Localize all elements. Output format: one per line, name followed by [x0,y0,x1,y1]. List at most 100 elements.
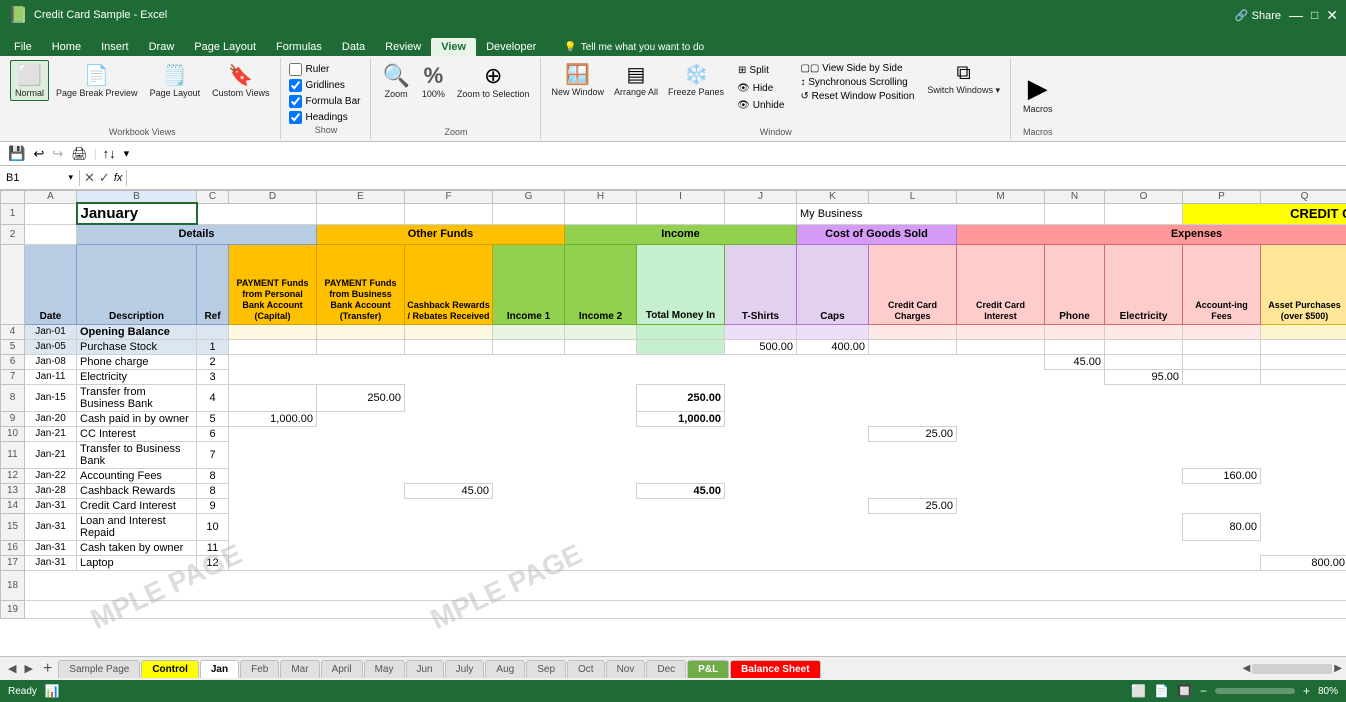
tab-developer[interactable]: Developer [476,38,546,56]
tab-formulas[interactable]: Formulas [266,38,332,56]
zoom-out-button[interactable]: − [1200,684,1207,698]
cell-i4[interactable] [637,324,725,339]
page-layout-button[interactable]: 🗒️ Page Layout [145,60,206,101]
sheet-tab-april[interactable]: April [321,660,363,678]
hscroll-left[interactable]: ◀ [1243,663,1251,674]
normal-view-button[interactable]: ⬜ Normal [10,60,49,101]
sort-ascending-button[interactable]: ↑↓ [101,144,118,163]
sheet-tab-oct[interactable]: Oct [567,660,605,678]
cell-n1[interactable] [1045,203,1105,224]
sheet-tab-sample-page[interactable]: Sample Page [58,660,140,678]
cell-i13[interactable]: 45.00 [637,483,725,498]
sheet-tab-dec[interactable]: Dec [646,660,686,678]
zoom-button[interactable]: 🔍 Zoom [377,60,414,102]
unhide-button[interactable]: 👁 Unhide [734,98,787,113]
hscroll-right[interactable]: ▶ [1334,663,1342,674]
cell-m4[interactable] [957,324,1045,339]
formula-bar-checkbox[interactable] [289,95,302,108]
sheet-tab-jun[interactable]: Jun [406,660,444,678]
cell-n5[interactable] [1045,339,1105,354]
col-I[interactable]: I [637,191,725,204]
cell-b10[interactable]: CC Interest [77,426,197,441]
hscroll-track[interactable] [1252,664,1332,674]
cell-h1[interactable] [565,203,637,224]
cell-h4[interactable] [565,324,637,339]
layout-preview-icon[interactable]: 🔲 [1177,684,1192,698]
cell-a15[interactable]: Jan-31 [25,513,77,540]
cell-d9[interactable]: 1,000.00 [229,411,317,426]
tab-data[interactable]: Data [332,38,375,56]
sheet-tab-balance-sheet[interactable]: Balance Sheet [730,660,820,678]
freeze-panes-button[interactable]: ❄️ Freeze Panes [664,60,728,99]
col-A[interactable]: A [25,191,77,204]
cell-r17[interactable]: 800.00 [1261,555,1346,570]
col-H[interactable]: H [565,191,637,204]
cell-c14[interactable]: 9 [197,498,229,513]
cell-n4[interactable] [1045,324,1105,339]
cell-a9[interactable]: Jan-20 [25,411,77,426]
cell-i5[interactable] [637,339,725,354]
split-button[interactable]: ⊞ Split [734,62,787,79]
cell-b8[interactable]: Transfer from Business Bank [77,384,197,411]
cell-k4[interactable] [797,324,869,339]
cell-reference-box[interactable]: B1 ▾ [0,170,80,186]
tab-home[interactable]: Home [42,38,91,56]
redo-button[interactable]: ↪ [50,144,65,164]
cell-e5[interactable] [317,339,405,354]
tab-scroll-left[interactable]: ◀ [4,661,20,676]
cell-d8[interactable] [229,384,317,411]
cell-e8[interactable]: 250.00 [317,384,405,411]
page-break-button[interactable]: 📄 Page Break Preview [51,60,143,101]
cell-j4[interactable] [725,324,797,339]
cell-b11[interactable]: Transfer to Business Bank [77,441,197,468]
cell-a7[interactable]: Jan-11 [25,369,77,384]
cell-g1[interactable] [493,203,565,224]
cell-b6[interactable]: Phone charge [77,354,197,369]
cell-a10[interactable]: Jan-21 [25,426,77,441]
share-button[interactable]: 🔗 Share [1235,9,1281,22]
cell-c1[interactable] [197,203,317,224]
cell-ref-dropdown[interactable]: ▾ [68,172,73,183]
ruler-check[interactable]: Ruler [289,63,360,76]
cell-j5[interactable]: 500.00 [725,339,797,354]
cell-q4[interactable] [1261,324,1346,339]
cell-f5[interactable] [405,339,493,354]
cell-c9[interactable]: 5 [197,411,229,426]
undo-button[interactable]: ↩ [31,144,46,164]
cell-b7[interactable]: Electricity [77,369,197,384]
sheet-tab-nov[interactable]: Nov [606,660,646,678]
col-G[interactable]: G [493,191,565,204]
horizontal-scroll-area[interactable]: ◀ ▶ [1243,663,1342,674]
col-Q[interactable]: Q [1261,191,1346,204]
cell-c5[interactable]: 1 [197,339,229,354]
cell-q6[interactable] [1261,354,1346,369]
cell-c13[interactable]: 8 [197,483,229,498]
sheet-tab-sep[interactable]: Sep [526,660,566,678]
print-preview-button[interactable]: 🖨 [69,144,90,164]
cell-b5[interactable]: Purchase Stock [77,339,197,354]
tab-review[interactable]: Review [375,38,431,56]
cell-o1[interactable] [1105,203,1183,224]
cell-c4[interactable] [197,324,229,339]
sheet-tab-mar[interactable]: Mar [280,660,319,678]
col-C[interactable]: C [197,191,229,204]
cell-m5[interactable] [957,339,1045,354]
sheet-tab-feb[interactable]: Feb [240,660,279,678]
col-K[interactable]: K [797,191,869,204]
gridlines-checkbox[interactable] [289,79,302,92]
tab-insert[interactable]: Insert [91,38,139,56]
cell-o4[interactable] [1105,324,1183,339]
cell-a11[interactable]: Jan-21 [25,441,77,468]
col-N[interactable]: N [1045,191,1105,204]
cell-d4[interactable] [229,324,317,339]
cell-p5[interactable] [1183,339,1261,354]
cell-b1[interactable]: January [77,203,197,224]
cell-g5[interactable] [493,339,565,354]
tab-file[interactable]: File [4,38,42,56]
cell-a4[interactable]: Jan-01 [25,324,77,339]
tab-draw[interactable]: Draw [139,38,185,56]
insert-function-label[interactable]: fx [114,172,123,184]
cell-a6[interactable]: Jan-08 [25,354,77,369]
cell-k1[interactable]: My Business [797,203,1045,224]
col-J[interactable]: J [725,191,797,204]
